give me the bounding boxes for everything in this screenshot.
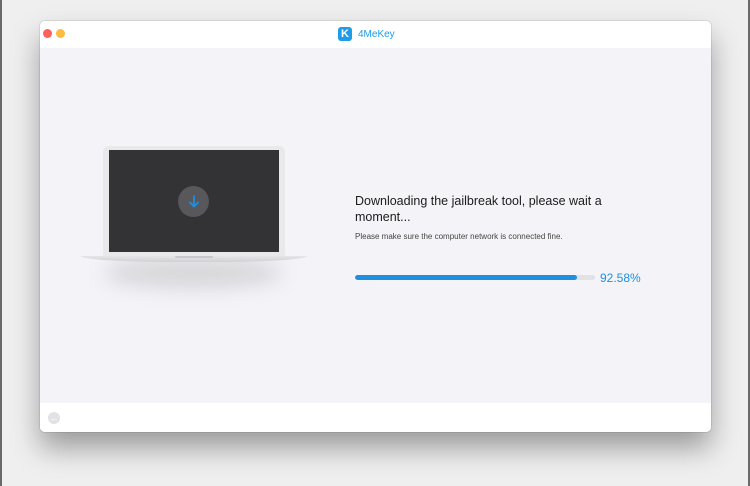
title-bar: K 4MeKey bbox=[40, 21, 711, 48]
minimize-window-button[interactable] bbox=[56, 29, 65, 38]
status-title: Downloading the jailbreak tool, please w… bbox=[355, 194, 602, 224]
app-window: K 4MeKey Downloading the jailbreak tool,… bbox=[40, 21, 711, 432]
app-logo-icon: K bbox=[338, 27, 352, 41]
close-window-button[interactable] bbox=[43, 29, 52, 38]
laptop-notch bbox=[175, 256, 213, 258]
main-content: Downloading the jailbreak tool, please w… bbox=[40, 48, 711, 403]
laptop-screen bbox=[109, 150, 279, 252]
download-progress-bar bbox=[355, 275, 595, 280]
download-arrow-icon bbox=[178, 186, 209, 217]
app-title: K 4MeKey bbox=[338, 27, 395, 41]
progress-percent: 92.58% bbox=[600, 271, 641, 285]
laptop-lid bbox=[103, 146, 285, 256]
laptop-shadow bbox=[103, 258, 283, 288]
back-arrow-icon[interactable]: ← bbox=[48, 412, 60, 424]
status-subtitle: Please make sure the computer network is… bbox=[355, 232, 563, 241]
footer-bar: ← bbox=[40, 403, 711, 432]
laptop-illustration bbox=[81, 146, 307, 288]
app-name: 4MeKey bbox=[358, 28, 395, 40]
laptop-base bbox=[81, 256, 307, 262]
progress-fill bbox=[355, 275, 578, 280]
